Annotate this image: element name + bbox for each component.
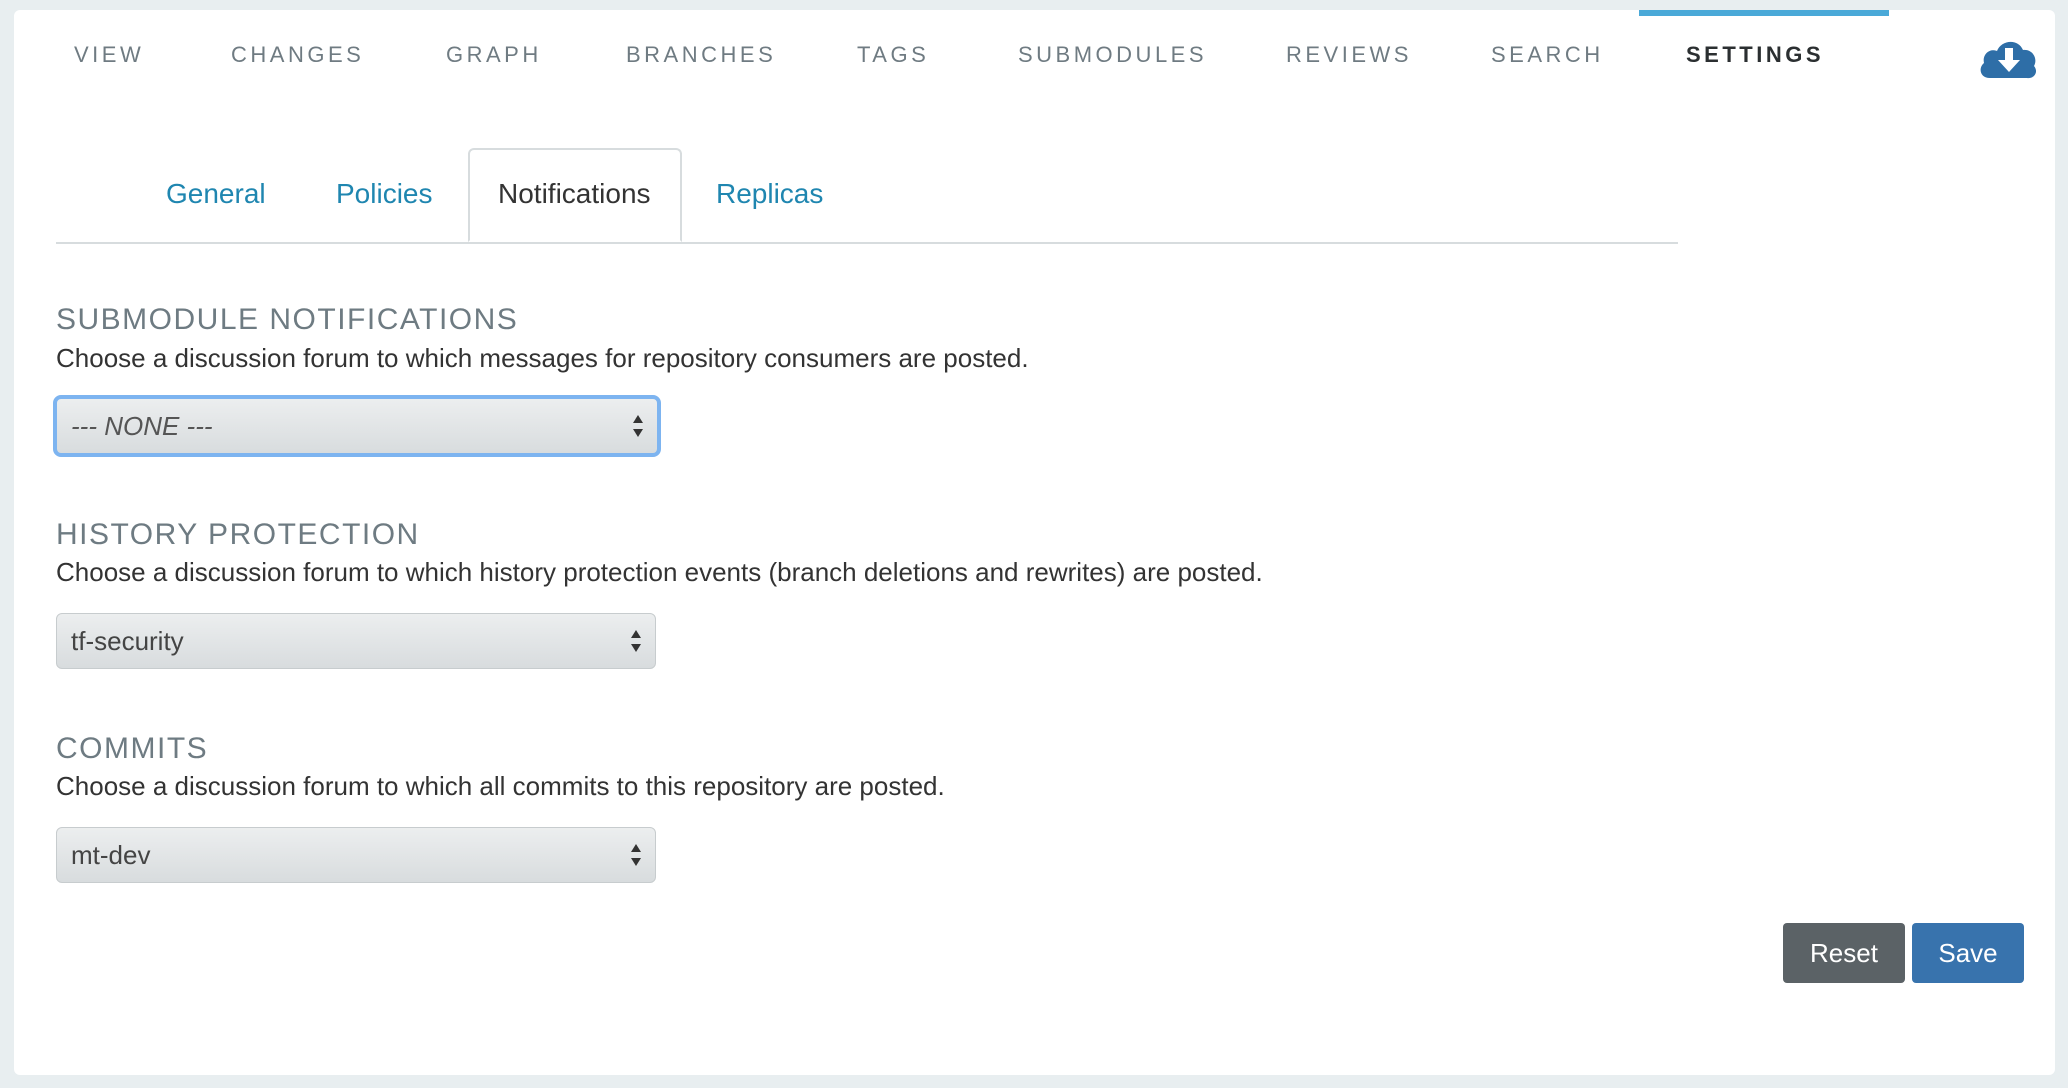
settings-panel: VIEW CHANGES GRAPH BRANCHES TAGS SUBMODU… bbox=[14, 10, 2055, 1075]
nav-search[interactable]: SEARCH bbox=[1491, 42, 1604, 68]
submodule-notifications-title: SUBMODULE NOTIFICATIONS bbox=[56, 303, 519, 336]
nav-graph[interactable]: GRAPH bbox=[446, 42, 542, 68]
nav-submodules[interactable]: SUBMODULES bbox=[1018, 42, 1207, 68]
cloud-download-icon[interactable] bbox=[1976, 30, 2040, 86]
history-forum-select[interactable]: tf-security bbox=[56, 613, 656, 669]
settings-subtabs: General Policies Notifications Replicas bbox=[56, 148, 1678, 244]
commits-forum-select[interactable]: mt-dev bbox=[56, 827, 656, 883]
history-protection-description: Choose a discussion forum to which histo… bbox=[56, 557, 1263, 587]
history-protection-title: HISTORY PROTECTION bbox=[56, 518, 420, 551]
select-arrows-icon bbox=[631, 844, 641, 866]
nav-branches[interactable]: BRANCHES bbox=[626, 42, 776, 68]
top-navigation: VIEW CHANGES GRAPH BRANCHES TAGS SUBMODU… bbox=[14, 10, 2055, 110]
select-arrows-icon bbox=[631, 630, 641, 652]
nav-changes[interactable]: CHANGES bbox=[231, 42, 364, 68]
submodule-notifications-description: Choose a discussion forum to which messa… bbox=[56, 343, 1029, 373]
nav-tags[interactable]: TAGS bbox=[857, 42, 929, 68]
commits-description: Choose a discussion forum to which all c… bbox=[56, 771, 945, 801]
select-arrows-icon bbox=[633, 415, 643, 437]
submodule-forum-select[interactable]: --- NONE --- bbox=[53, 395, 661, 457]
tab-replicas[interactable]: Replicas bbox=[716, 178, 823, 210]
tab-policies[interactable]: Policies bbox=[336, 178, 432, 210]
active-tab-indicator bbox=[1639, 10, 1889, 16]
commits-title: COMMITS bbox=[56, 732, 209, 765]
save-button[interactable]: Save bbox=[1912, 923, 2024, 983]
history-forum-value: tf-security bbox=[71, 626, 184, 656]
nav-settings[interactable]: SETTINGS bbox=[1686, 42, 1824, 68]
tab-general[interactable]: General bbox=[166, 178, 266, 210]
submodule-forum-value: --- NONE --- bbox=[71, 411, 213, 441]
nav-view[interactable]: VIEW bbox=[74, 42, 144, 68]
tab-notifications[interactable]: Notifications bbox=[498, 178, 651, 210]
reset-button[interactable]: Reset bbox=[1783, 923, 1905, 983]
nav-reviews[interactable]: REVIEWS bbox=[1286, 42, 1412, 68]
commits-forum-value: mt-dev bbox=[71, 840, 151, 870]
